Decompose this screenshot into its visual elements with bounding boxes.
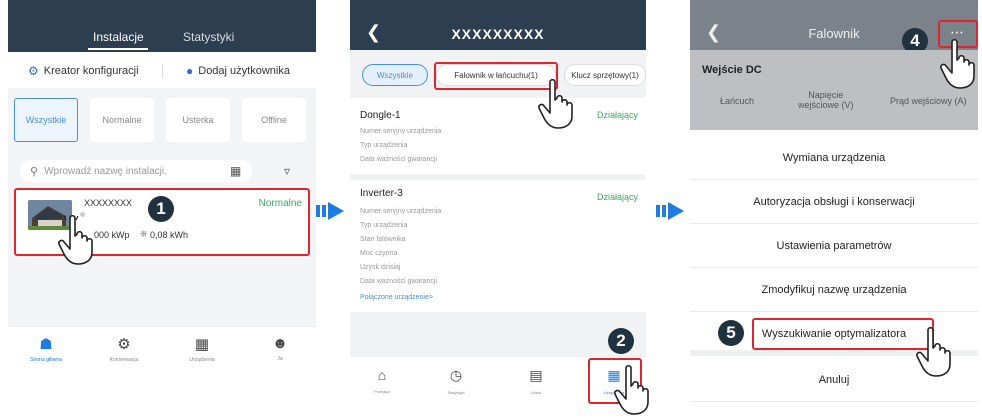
next-step-arrow-icon bbox=[656, 202, 684, 220]
pointer-hand-icon bbox=[940, 38, 975, 89]
warranty-label: Data ważności gwarancji bbox=[360, 278, 438, 285]
bottom-nav: ☗ Strona główna ⚙ Konserwacja ▦ Urządzen… bbox=[8, 326, 316, 380]
page-title: Falownik bbox=[808, 26, 860, 41]
nav-maintenance-label: Konserwacja bbox=[109, 357, 139, 363]
menu-rename-device[interactable]: Zmodyfikuj nazwę urządzenia bbox=[690, 268, 978, 312]
device-status: Działający bbox=[596, 192, 638, 202]
filter-normal[interactable]: Normalne bbox=[90, 98, 154, 142]
setup-wizard-label: Kreator konfiguracji bbox=[43, 65, 139, 77]
nav-home[interactable]: ☗ Strona główna bbox=[16, 335, 76, 363]
add-user-label: Dodaj użytkownika bbox=[198, 65, 290, 77]
nav-statistics-label: Statystyki bbox=[447, 390, 465, 395]
divider bbox=[162, 64, 163, 78]
nav-me-label: Ja bbox=[277, 356, 283, 362]
nav-devices-label: Urządzenia bbox=[189, 357, 215, 363]
top-bar: Instalacje Statystyki bbox=[8, 0, 316, 52]
search-icon: ⚲ bbox=[30, 165, 39, 178]
search-placeholder: Wprowadź nazwę instalacji. bbox=[44, 165, 167, 177]
warranty-label: Data ważności gwarancji bbox=[360, 156, 438, 163]
device-card-dongle[interactable]: Dongle-1 Działający Numer seryjny urządz… bbox=[350, 98, 646, 174]
serial-number-label: Numer seryjny urządzenia bbox=[360, 128, 442, 135]
column-input-voltage: Napięcie wejściowe (V) bbox=[798, 90, 854, 110]
column-input-current: Prąd wejściowy (A) bbox=[890, 96, 967, 106]
step-badge-1: 1 bbox=[148, 196, 174, 222]
pointer-hand-icon bbox=[916, 326, 951, 377]
filter-icon[interactable]: ▿ bbox=[284, 164, 290, 178]
inverter-state-label: Stan falownika bbox=[360, 236, 406, 243]
menu-parameter-settings[interactable]: Ustawienia parametrów bbox=[690, 224, 978, 268]
screen-plant-list: Instalacje Statystyki ⚙ Kreator konfigur… bbox=[8, 0, 316, 418]
nav-statistics[interactable]: ◷ Statystyki bbox=[430, 367, 482, 395]
statistics-icon: ◷ bbox=[449, 367, 463, 383]
top-bar: ❮ XXXXXXXXX bbox=[350, 0, 646, 50]
scan-icon[interactable]: ▦ bbox=[230, 164, 241, 178]
user-icon: ● bbox=[186, 64, 194, 78]
bottom-spacer bbox=[8, 380, 316, 418]
highlight-optimizer-search bbox=[752, 318, 934, 350]
tab-underline bbox=[88, 48, 148, 50]
home-icon: ⌂ bbox=[377, 367, 387, 383]
step-badge-2: 2 bbox=[608, 328, 634, 354]
dc-input-section: Wejście DC Łańcuch Napięcie wejściowe (V… bbox=[690, 50, 978, 130]
screen-device-list: ❮ XXXXXXXXX Wszystkie Falownik w łańcuch… bbox=[350, 0, 646, 418]
person-icon: ☻ bbox=[272, 335, 288, 352]
status-filters: Wszystkie Normalne Usterka Offline bbox=[8, 88, 316, 156]
next-step-arrow-icon bbox=[316, 202, 344, 220]
step-badge-5: 5 bbox=[718, 320, 744, 346]
wizard-icon: ⚙ bbox=[28, 64, 39, 78]
search-input[interactable]: ⚲ Wprowadź nazwę instalacji. bbox=[20, 160, 252, 182]
device-status: Działający bbox=[596, 110, 638, 120]
tab-plants[interactable]: Instalacje bbox=[93, 30, 144, 44]
filter-all[interactable]: Wszystkie bbox=[14, 98, 78, 142]
nav-maintenance[interactable]: ⚙ Konserwacja bbox=[94, 335, 154, 363]
device-name: Dongle-1 bbox=[360, 110, 401, 121]
dc-input-title: Wejście DC bbox=[702, 64, 762, 76]
maintenance-icon: ⚙ bbox=[117, 336, 131, 353]
device-type-label: Typ urządzenia bbox=[360, 142, 408, 149]
layout-icon: ▤ bbox=[529, 367, 543, 383]
active-power-label: Moc czynna bbox=[360, 250, 398, 257]
device-type-label: Typ urządzenia bbox=[360, 222, 408, 229]
connected-devices-link[interactable]: Połączone urządzenie> bbox=[360, 294, 433, 301]
yield-today-label: Uzysk dzisiaj bbox=[360, 264, 401, 271]
top-bar: ❮ Falownik ⋯ bbox=[690, 0, 978, 50]
nav-me[interactable]: ☻ Ja bbox=[250, 335, 310, 362]
menu-maintenance-authorization[interactable]: Autoryzacja obsługi i konserwacji bbox=[690, 180, 978, 224]
pointer-hand-icon bbox=[538, 78, 573, 129]
column-string: Łańcuch bbox=[720, 96, 755, 106]
nav-layout[interactable]: ▤ Układ bbox=[510, 367, 562, 395]
page-title: XXXXXXXXX bbox=[451, 26, 545, 42]
serial-number-label: Numer seryjny urządzenia bbox=[360, 208, 442, 215]
menu-replace-device[interactable]: Wymiana urządzenia bbox=[690, 136, 978, 180]
device-name: Inverter-3 bbox=[360, 188, 403, 199]
chip-all[interactable]: Wszystkie bbox=[362, 64, 428, 86]
pointer-hand-icon bbox=[614, 364, 649, 415]
pointer-hand-icon bbox=[58, 214, 93, 265]
nav-devices[interactable]: ▦ Urządzenia bbox=[172, 335, 232, 363]
device-card-inverter[interactable]: Inverter-3 Działający Numer seryjny urzą… bbox=[350, 180, 646, 312]
devices-icon: ▦ bbox=[194, 336, 210, 353]
add-user-button[interactable]: ● Dodaj użytkownika bbox=[186, 64, 290, 78]
filter-offline[interactable]: Offline bbox=[242, 98, 306, 142]
tool-row: ⚙ Kreator konfiguracji ● Dodaj użytkowni… bbox=[8, 52, 316, 88]
home-icon: ☗ bbox=[39, 336, 53, 353]
nav-overview-label: Przegląd bbox=[374, 389, 390, 394]
nav-layout-label: Układ bbox=[530, 390, 542, 395]
nav-home-label: Strona główna bbox=[30, 357, 62, 363]
chip-dongle[interactable]: Klucz sprzętowy(1) bbox=[564, 64, 646, 86]
tab-statistics[interactable]: Statystyki bbox=[183, 30, 234, 44]
filter-fault[interactable]: Usterka bbox=[166, 98, 230, 142]
nav-overview[interactable]: ⌂ Przegląd bbox=[356, 367, 408, 394]
setup-wizard-button[interactable]: ⚙ Kreator konfiguracji bbox=[28, 64, 139, 78]
